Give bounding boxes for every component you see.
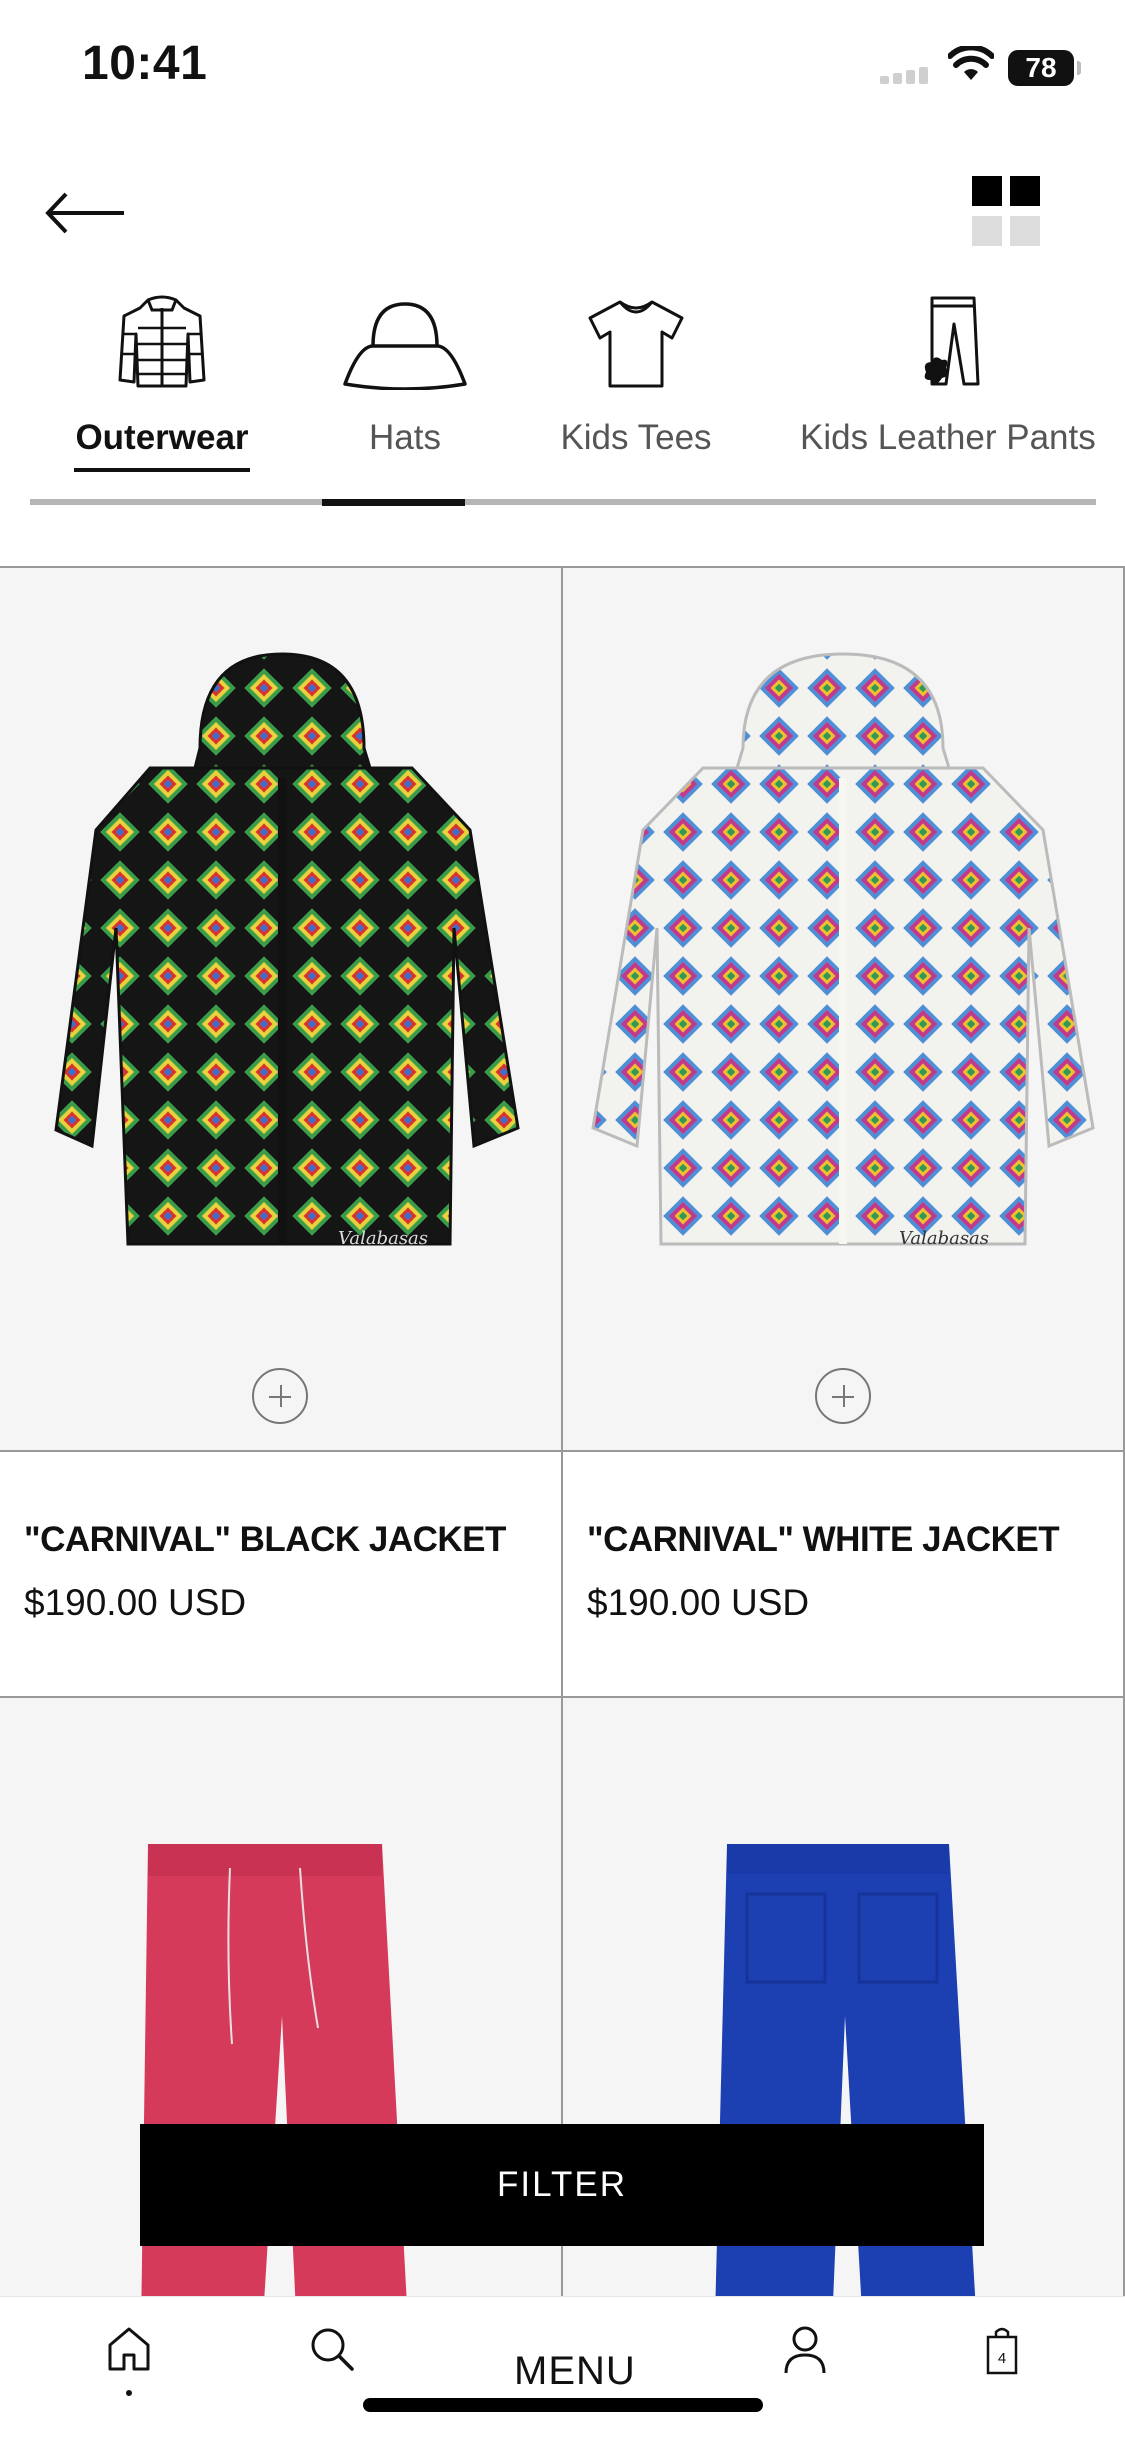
home-indicator	[363, 2398, 763, 2412]
category-label: Outerwear	[75, 418, 249, 457]
product-card-info[interactable]: "CARNIVAL" BLACK JACKET $190.00 USD	[0, 1452, 563, 1698]
status-bar: 10:41 78	[0, 0, 1125, 140]
leather-pants-icon	[924, 296, 980, 386]
cart-bag-icon[interactable]: 4	[986, 2325, 1018, 2375]
home-icon[interactable]	[106, 2325, 152, 2373]
cart-count-badge: 4	[998, 2350, 1006, 2367]
wifi-icon	[948, 46, 994, 80]
product-grid: Valabasas Valabasas "CARNIVAL" BLACK JAC…	[0, 566, 1125, 2298]
product-name: "CARNIVAL" WHITE JACKET	[587, 1520, 1060, 1559]
quick-add-plus-icon[interactable]	[252, 1368, 308, 1424]
active-tab-indicator	[126, 2390, 132, 2396]
category-outerwear[interactable]: Outerwear	[74, 280, 250, 472]
product-card-info[interactable]: "CARNIVAL" WHITE JACKET $190.00 USD	[563, 1452, 1125, 1698]
puffer-jacket-icon	[118, 295, 206, 388]
product-price: $190.00 USD	[24, 1582, 247, 1623]
grid-view-toggle-icon[interactable]	[972, 176, 1044, 248]
category-label: Hats	[369, 418, 441, 457]
product-price: $190.00 USD	[587, 1582, 810, 1623]
svg-text:Valabasas: Valabasas	[338, 1228, 428, 1249]
active-category-underline	[74, 468, 250, 472]
category-kids-tees[interactable]: Kids Tees	[548, 280, 724, 458]
status-time: 10:41	[82, 37, 208, 90]
svg-text:Valabasas: Valabasas	[899, 1228, 989, 1249]
category-scroll-track	[30, 499, 1096, 505]
category-label: Kids Leather Pants	[800, 418, 1096, 457]
category-kids-leather-pants[interactable]: Kids Leather Pants	[800, 280, 1125, 458]
battery-icon: 78	[1008, 50, 1081, 86]
category-label: Kids Tees	[560, 418, 712, 457]
back-arrow-icon[interactable]	[42, 186, 132, 240]
product-name: "CARNIVAL" BLACK JACKET	[24, 1520, 506, 1559]
account-icon[interactable]	[783, 2325, 827, 2375]
category-carousel[interactable]: Outerwear Hats Kids Tees Kids Leather Pa…	[0, 280, 1125, 510]
search-icon[interactable]	[308, 2325, 356, 2373]
black-crochet-jacket-image: Valabasas	[54, 652, 520, 1249]
category-scroll-thumb[interactable]	[322, 499, 465, 506]
cellular-signal-icon	[880, 66, 932, 84]
product-image-white-jacket[interactable]: Valabasas	[563, 568, 1125, 1452]
filter-button[interactable]: FILTER	[140, 2124, 984, 2246]
quick-add-plus-icon[interactable]	[815, 1368, 871, 1424]
category-hats[interactable]: Hats	[330, 280, 480, 458]
menu-button[interactable]: MENU	[514, 2349, 636, 2394]
bucket-hat-icon	[343, 302, 467, 390]
white-crochet-jacket-image: Valabasas	[591, 652, 1095, 1249]
tshirt-icon	[588, 300, 684, 388]
bottom-tab-bar: MENU 4	[0, 2296, 1125, 2437]
product-image-black-jacket[interactable]: Valabasas	[0, 568, 563, 1452]
